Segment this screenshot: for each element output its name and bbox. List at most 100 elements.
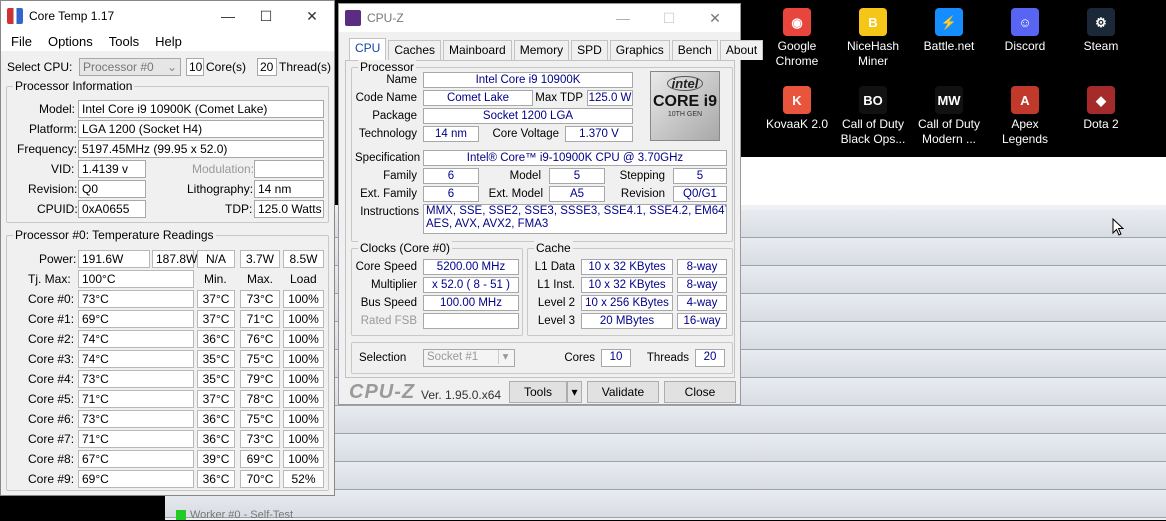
name-value: Intel Core i9 10900K	[423, 72, 633, 88]
minimize-button[interactable]: —	[208, 1, 248, 31]
tab-mainboard[interactable]: Mainboard	[443, 40, 512, 60]
core-load: 100%	[283, 410, 324, 428]
desktop-shortcut-nicehash[interactable]: B NiceHash Miner	[835, 8, 911, 69]
menu-file[interactable]: File	[3, 34, 40, 49]
model-value: 5	[549, 168, 605, 184]
l1inst-label: L1 Inst.	[537, 279, 575, 291]
close-button[interactable]: ✕	[292, 1, 332, 31]
core-min-temp: 37°C	[197, 390, 235, 408]
coretemp-app-icon	[7, 8, 23, 24]
lithography-label: Lithography:	[187, 182, 254, 196]
desktop-white-area	[740, 157, 1166, 205]
desktop-shortcut-label: KovaaK 2.0	[765, 117, 829, 131]
stepping-label: Stepping	[619, 170, 665, 182]
worker-tab[interactable]: Worker #0 - Self-Test	[176, 509, 293, 521]
extfamily-value: 6	[423, 186, 479, 202]
modulation-value	[254, 160, 324, 178]
select-cpu-dropdown[interactable]: Processor #0 ⌄	[79, 58, 181, 76]
cpuz-close-button[interactable]: ✕	[695, 4, 735, 32]
tab-memory[interactable]: Memory	[513, 40, 570, 60]
level3-value: 20 MBytes	[581, 313, 673, 329]
core-temp: 71°C	[78, 390, 194, 408]
validate-button[interactable]: Validate	[587, 381, 659, 403]
specification-label: Specification	[355, 152, 421, 164]
selection-value: Socket #1	[427, 351, 479, 363]
core-temp: 74°C	[78, 350, 194, 368]
core-min-temp: 37°C	[197, 310, 235, 328]
cores-label: Core(s)	[206, 60, 247, 74]
cod-modern-icon: MW	[935, 86, 963, 114]
cpuz-maximize-button[interactable]: ☐	[649, 4, 689, 32]
desktop-shortcut-dota2[interactable]: ◆ Dota 2	[1063, 86, 1139, 132]
package-value: Socket 1200 LGA	[423, 108, 633, 124]
multiplier-label: Multiplier	[370, 279, 417, 291]
l1inst-way: 8-way	[677, 277, 727, 293]
desktop-shortcut-label: Call of Duty	[841, 117, 905, 131]
cpuz-tab-bar: CPU Caches Mainboard Memory SPD Graphics…	[349, 38, 765, 60]
menu-help[interactable]: Help	[147, 34, 190, 49]
core-min-temp: 36°C	[197, 430, 235, 448]
tab-graphics[interactable]: Graphics	[609, 40, 670, 60]
core-temp: 67°C	[78, 450, 194, 468]
tools-button[interactable]: Tools	[509, 381, 567, 403]
tjmax-label: Tj. Max:	[28, 272, 71, 286]
cache-group-title: Cache	[534, 241, 573, 255]
menu-tools[interactable]: Tools	[101, 34, 147, 49]
desktop-shortcut-cod-modern[interactable]: MW Call of Duty Modern ...	[911, 86, 987, 147]
logo-gen: 10TH GEN	[667, 111, 703, 118]
tdp-label: TDP:	[225, 202, 253, 216]
tjmax-value: 100°C	[78, 270, 194, 288]
selection-dropdown[interactable]: Socket #1 ▾	[423, 349, 515, 367]
select-cpu-value: Processor #0	[83, 60, 154, 74]
worker-status-icon	[176, 510, 186, 521]
menu-options[interactable]: Options	[40, 34, 101, 49]
tab-cpu[interactable]: CPU	[349, 38, 387, 60]
col-max-header: Max.	[247, 272, 274, 286]
power-package: 191.6W	[78, 250, 150, 268]
core-max-temp: 75°C	[240, 410, 280, 428]
desktop-shortcut-discord[interactable]: ☺ Discord	[987, 8, 1063, 54]
desktop-shortcut-steam[interactable]: ⚙ Steam	[1063, 8, 1139, 54]
cores-count: 10	[186, 58, 204, 76]
desktop-shortcut-chrome[interactable]: ◉ Google Chrome	[759, 8, 835, 69]
tab-spd[interactable]: SPD	[571, 40, 608, 60]
modulation-label: Modulation:	[192, 162, 255, 176]
close-window-button[interactable]: Close	[664, 381, 736, 403]
kovaak-icon: K	[783, 86, 811, 114]
desktop-shortcut-apex[interactable]: A Apex Legends	[987, 86, 1063, 147]
desktop-shortcut-cod-blackops[interactable]: BO Call of Duty Black Ops...	[835, 86, 911, 147]
power-label: Power:	[39, 252, 77, 266]
technology-label: Technology	[358, 128, 417, 140]
desktop-shortcut-label: Dota 2	[1083, 117, 1119, 131]
package-label: Package	[372, 110, 417, 122]
cpuz-minimize-button[interactable]: —	[603, 4, 643, 32]
temperature-readings-title: Processor #0: Temperature Readings	[13, 228, 216, 242]
desktop-shortcut-label: Discord	[1004, 39, 1046, 53]
threads-count: 20	[257, 58, 277, 76]
vid-value: 1.4139 v	[78, 160, 146, 178]
power-graphics: 3.7W	[240, 250, 280, 268]
cpuz-app-icon	[345, 10, 361, 26]
vid-label: VID:	[51, 162, 75, 176]
frequency-label: Frequency:	[17, 142, 78, 156]
tools-dropdown-button[interactable]: ▾	[567, 381, 582, 403]
desktop-shortcut-label-line2: Chrome	[775, 54, 819, 68]
core-min-temp: 36°C	[197, 410, 235, 428]
tab-bench[interactable]: Bench	[671, 40, 718, 60]
core-max-temp: 73°C	[240, 430, 280, 448]
coretemp-title: Core Temp 1.17	[29, 9, 115, 23]
core-label: Core #6:	[28, 412, 75, 426]
desktop-shortcut-label-line2: Miner	[857, 54, 888, 68]
family-label: Family	[383, 170, 417, 182]
model-value: Intel Core i9 10900K (Comet Lake)	[78, 100, 324, 118]
desktop-shortcut-kovaak[interactable]: K KovaaK 2.0	[759, 86, 835, 132]
desktop-shortcut-battlenet[interactable]: ⚡ Battle.net	[911, 8, 987, 54]
maxtdp-label: Max TDP	[535, 92, 583, 104]
maximize-button[interactable]: ☐	[246, 1, 286, 31]
core-max-temp: 76°C	[240, 330, 280, 348]
cpuz-version: Ver. 1.95.0.x64	[421, 388, 502, 402]
tab-caches[interactable]: Caches	[388, 40, 442, 60]
instructions-value: MMX, SSE, SSE2, SSE3, SSSE3, SSE4.1, SSE…	[423, 204, 727, 234]
tab-about[interactable]: About	[719, 40, 764, 60]
core-max-temp: 79°C	[240, 370, 280, 388]
